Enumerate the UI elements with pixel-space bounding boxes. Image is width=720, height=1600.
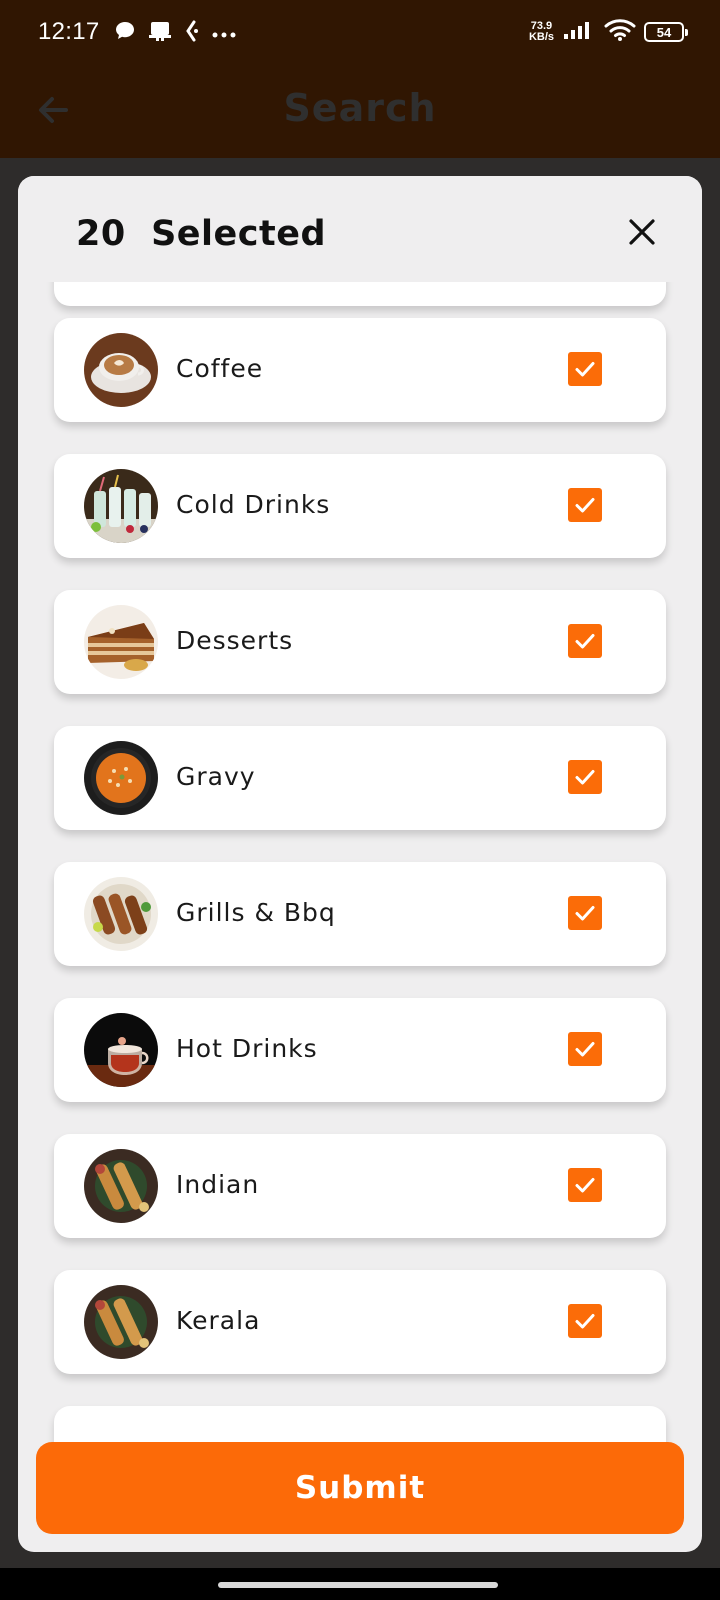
chat-icon (114, 20, 136, 46)
category-list[interactable]: Coffee Cold Drinks Desserts Gravy Grills… (18, 282, 702, 1552)
kerala-thumbnail (84, 1285, 158, 1359)
battery-level: 54 (656, 24, 672, 40)
battery-icon: 54 (644, 22, 688, 42)
checkbox-checked-icon[interactable] (568, 1168, 602, 1202)
list-item[interactable]: Cold Drinks (54, 454, 666, 558)
status-left-icons (114, 20, 236, 46)
checkbox-checked-icon[interactable] (568, 352, 602, 386)
category-label: Hot Drinks (176, 1034, 318, 1063)
app-notification-icon (184, 20, 200, 46)
category-label: Cold Drinks (176, 490, 331, 519)
status-bar: 12:17 73.9 KB/s 54 (0, 0, 720, 70)
list-item[interactable]: Indian (54, 1134, 666, 1238)
signal-icon (562, 19, 596, 45)
selected-label: Selected (151, 214, 327, 254)
checkbox-checked-icon[interactable] (568, 1032, 602, 1066)
list-item[interactable]: Kerala (54, 1270, 666, 1374)
checkbox-checked-icon[interactable] (568, 624, 602, 658)
category-label: Indian (176, 1170, 260, 1199)
checkbox-checked-icon[interactable] (568, 488, 602, 522)
wifi-icon (604, 18, 636, 46)
status-right: 73.9 KB/s 54 (529, 18, 688, 46)
checkbox-checked-icon[interactable] (568, 1304, 602, 1338)
network-speed: 73.9 KB/s (529, 21, 554, 43)
list-item[interactable] (54, 282, 666, 306)
grills-bbq-thumbnail (84, 877, 158, 951)
cast-icon (148, 20, 172, 46)
selected-count-title: 20 Selected (76, 214, 326, 254)
category-label: Grills & Bbq (176, 898, 336, 927)
hot-drinks-thumbnail (84, 1013, 158, 1087)
checkbox-checked-icon[interactable] (568, 896, 602, 930)
list-item[interactable]: Grills & Bbq (54, 862, 666, 966)
indian-thumbnail (84, 1149, 158, 1223)
cold-drinks-thumbnail (84, 469, 158, 543)
more-dots-icon (212, 24, 236, 43)
status-time: 12:17 (38, 18, 100, 45)
checkbox-checked-icon[interactable] (568, 760, 602, 794)
desserts-thumbnail (84, 605, 158, 679)
gravy-thumbnail (84, 741, 158, 815)
gesture-handle[interactable] (218, 1582, 498, 1588)
network-speed-unit: KB/s (528, 31, 554, 43)
navigation-bar (0, 1568, 720, 1600)
category-label: Coffee (176, 354, 264, 383)
selected-count: 20 (76, 214, 126, 254)
app-bar: Search (0, 70, 720, 158)
page-title: Search (283, 86, 437, 130)
category-label: Kerala (176, 1306, 261, 1335)
submit-button[interactable]: Submit (36, 1442, 684, 1534)
category-selection-sheet: 20 Selected Coffee Cold Drinks Desserts … (18, 176, 702, 1552)
list-item[interactable]: Desserts (54, 590, 666, 694)
list-item[interactable]: Hot Drinks (54, 998, 666, 1102)
list-item[interactable]: Coffee (54, 318, 666, 422)
coffee-thumbnail (84, 333, 158, 407)
category-label: Gravy (176, 762, 256, 791)
category-label: Desserts (176, 626, 294, 655)
sheet-header: 20 Selected (18, 176, 702, 282)
list-item[interactable]: Gravy (54, 726, 666, 830)
close-icon[interactable] (626, 216, 658, 248)
